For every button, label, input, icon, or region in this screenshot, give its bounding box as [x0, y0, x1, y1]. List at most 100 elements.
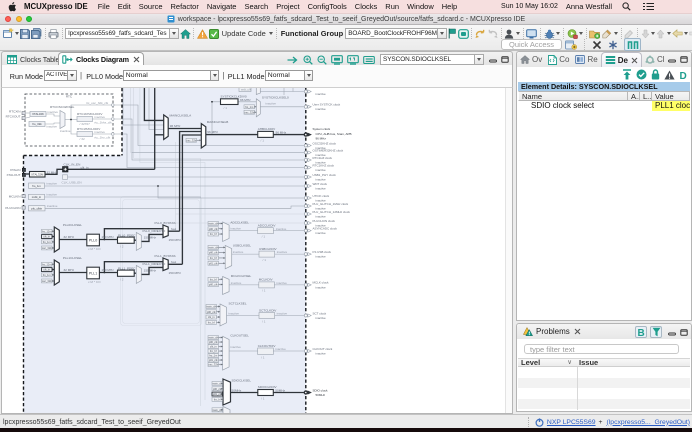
column-header-level[interactable]: Level∨	[518, 359, 576, 366]
user-icon[interactable]	[504, 29, 514, 39]
quick-access-input[interactable]: Quick Access	[501, 39, 562, 50]
minimize-view-icon[interactable]	[668, 329, 676, 336]
menu-item-window[interactable]: Window	[403, 2, 438, 11]
menu-item-help[interactable]: Help	[438, 2, 461, 11]
flag-icon[interactable]	[448, 28, 457, 39]
notification-list-icon[interactable]	[637, 2, 692, 11]
monitor-icon[interactable]	[526, 29, 537, 39]
menu-item-configtools[interactable]: ConfigTools	[304, 2, 351, 11]
menu-item-project[interactable]: Project	[272, 2, 303, 11]
clock-mux[interactable]	[54, 260, 59, 285]
warning-icon[interactable]	[197, 29, 208, 39]
minimize-view-icon[interactable]	[489, 56, 497, 63]
menu-user[interactable]: Anna Westfall	[562, 2, 616, 11]
home-icon[interactable]	[180, 29, 191, 39]
pll0-mode-select[interactable]: Normal	[123, 70, 219, 81]
clock-mux[interactable]	[201, 124, 206, 148]
registers-icon[interactable]	[575, 55, 585, 64]
close-x-icon[interactable]	[592, 40, 602, 50]
export-up-icon[interactable]	[622, 69, 632, 80]
check-circle-icon[interactable]	[636, 69, 647, 80]
save-all-icon[interactable]	[31, 28, 42, 39]
clock-box[interactable]	[259, 313, 275, 319]
element-select-combo[interactable]: SYSCON.SDIOCLKSEL	[380, 54, 484, 65]
column-header-a[interactable]: A..	[628, 91, 640, 101]
menu-item-clocks[interactable]: Clocks	[351, 2, 382, 11]
clock-mux[interactable]	[223, 222, 230, 242]
zoom-window-button[interactable]	[26, 16, 32, 22]
zoom-in-icon[interactable]	[303, 55, 313, 65]
details-list-icon[interactable]	[605, 55, 616, 65]
clock-box[interactable]	[77, 132, 93, 137]
clock-box[interactable]	[259, 282, 275, 288]
new-wizard-icon[interactable]	[3, 28, 14, 39]
asterisk-icon[interactable]	[608, 40, 618, 50]
clock-mux[interactable]	[220, 304, 227, 326]
clock-mux[interactable]	[136, 265, 141, 283]
collapse-icon[interactable]	[363, 55, 375, 65]
clock-mux[interactable]	[164, 115, 169, 140]
clock-box[interactable]	[77, 117, 93, 122]
run-mode-select[interactable]: ACTIVE	[44, 70, 77, 81]
clock-box[interactable]	[259, 251, 275, 257]
problems-filter-input[interactable]: type filter text	[524, 344, 679, 354]
apple-menu-icon[interactable]	[0, 2, 18, 12]
clock-mux[interactable]	[225, 245, 232, 268]
back-icon[interactable]	[672, 29, 683, 38]
column-header-name[interactable]: Name	[518, 91, 628, 101]
table-row[interactable]: SDIO clock selectPLL1 cloc	[518, 101, 690, 112]
maximize-view-icon[interactable]	[501, 56, 509, 63]
cell-value[interactable]: PLL1 cloc	[652, 101, 690, 112]
canvas-vertical-scrollbar[interactable]	[505, 88, 512, 413]
tab-re[interactable]: Re	[572, 52, 600, 67]
zoom-out-icon[interactable]	[317, 55, 327, 65]
tab-co[interactable]: Co	[545, 52, 572, 67]
cell-a[interactable]	[628, 101, 640, 112]
minimize-window-button[interactable]	[16, 16, 22, 22]
clock-box[interactable]	[118, 237, 135, 243]
clock-box[interactable]	[221, 99, 239, 105]
display-icon[interactable]	[458, 29, 469, 39]
problem-triangle-icon[interactable]	[664, 70, 675, 80]
fit-screen-icon[interactable]	[331, 55, 343, 65]
open-project-icon[interactable]	[589, 29, 600, 39]
column-header-value[interactable]: Value	[652, 91, 690, 101]
letter-b-icon[interactable]: B	[637, 327, 645, 337]
column-header-l[interactable]: L..	[640, 91, 652, 101]
clock-mux[interactable]	[223, 336, 230, 370]
clocks-diagram-icon[interactable]	[62, 55, 73, 64]
brush-icon[interactable]	[601, 29, 612, 39]
redo-icon[interactable]	[487, 29, 498, 39]
close-tab-icon[interactable]	[133, 56, 140, 63]
filter-funnel-icon-button[interactable]	[650, 326, 662, 338]
pll1-mode-select[interactable]: Normal	[265, 70, 313, 81]
arrow-up-gray-icon[interactable]	[656, 29, 665, 39]
clock-mux[interactable]	[60, 111, 65, 129]
menu-app-name[interactable]: MCUXpresso IDE	[18, 2, 94, 11]
clocks-perspective-icon[interactable]	[627, 40, 639, 50]
minimize-view-icon[interactable]	[668, 56, 676, 63]
lock-icon[interactable]	[651, 69, 660, 80]
close-tab-icon[interactable]	[574, 328, 581, 335]
device-link[interactable]: NXP LPC55S69	[547, 419, 596, 426]
menu-item-file[interactable]: File	[94, 2, 114, 11]
clock-box[interactable]	[258, 348, 274, 355]
toolbar-combo[interactable]: lpcxpresso55s69_fatfs_sdcard_Tes	[65, 28, 179, 39]
overview-home-icon[interactable]	[520, 55, 530, 64]
column-header-issue[interactable]: Issue	[576, 359, 690, 366]
clock-gear-icon[interactable]	[645, 55, 655, 65]
menu-item-refactor[interactable]: Refactor	[167, 2, 203, 11]
power-icon[interactable]	[535, 418, 544, 427]
goto-arrow-icon[interactable]	[287, 56, 299, 64]
clock-box[interactable]	[63, 175, 68, 180]
clock-mux[interactable]	[223, 277, 230, 295]
menu-item-navigate[interactable]: Navigate	[203, 2, 241, 11]
maximize-view-icon[interactable]	[680, 56, 688, 63]
clock-box[interactable]	[258, 131, 274, 137]
clock-box[interactable]	[258, 390, 274, 396]
letter-d-icon[interactable]: D	[679, 70, 688, 80]
clock-mux[interactable]	[256, 88, 260, 95]
clock-mux[interactable]	[256, 99, 260, 117]
clock-box[interactable]	[118, 270, 135, 276]
filter-funnel-icon[interactable]	[652, 327, 661, 337]
